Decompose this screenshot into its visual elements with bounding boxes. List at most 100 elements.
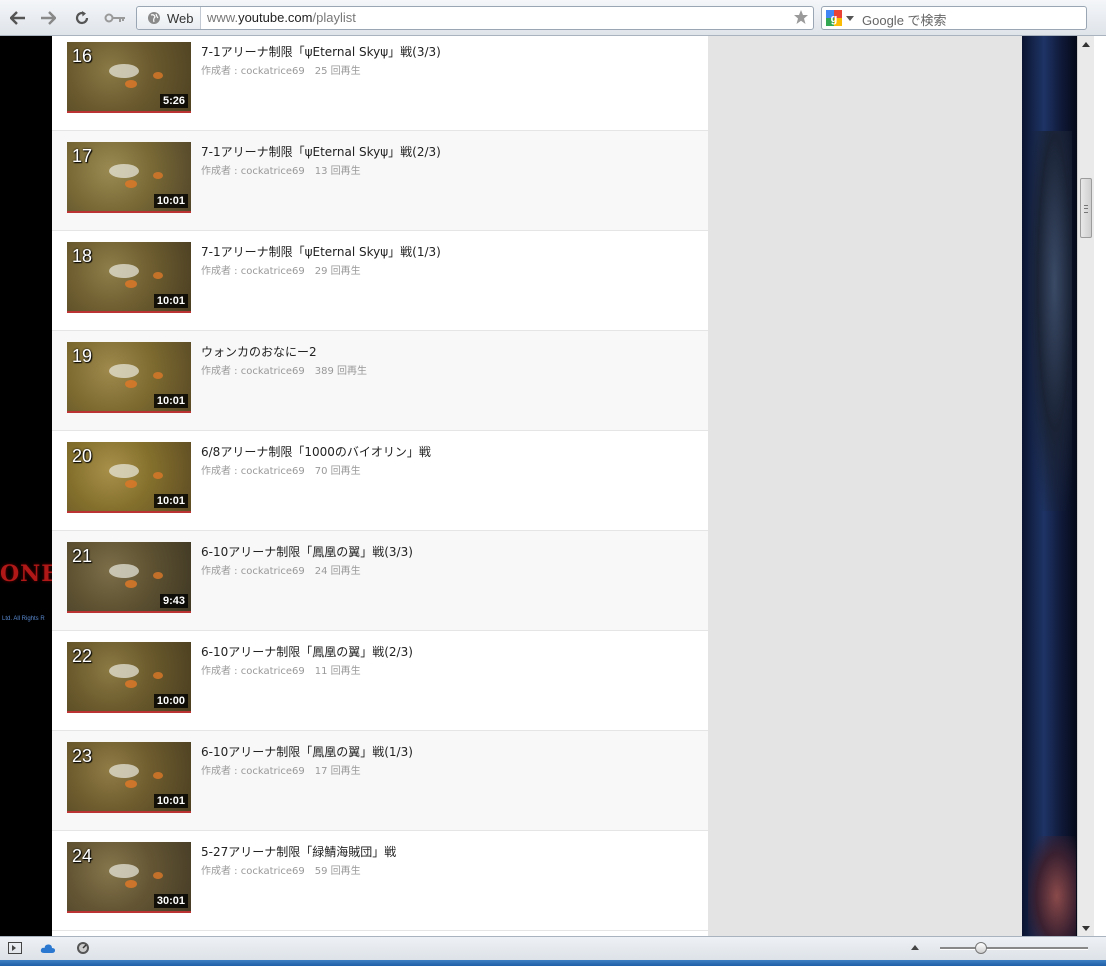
playlist-index: 21 xyxy=(72,546,93,566)
video-thumbnail[interactable]: 19 10:01 xyxy=(67,342,191,413)
video-duration: 10:00 xyxy=(153,694,188,708)
globe-icon xyxy=(148,12,160,24)
thumbnail-sprite xyxy=(125,680,137,688)
status-bar xyxy=(0,936,1106,960)
scrollbar-thumb[interactable] xyxy=(1080,178,1092,238)
video-thumbnail[interactable]: 17 10:01 xyxy=(67,142,191,213)
video-thumbnail[interactable]: 21 9:43 xyxy=(67,542,191,613)
video-thumbnail[interactable]: 22 10:00 xyxy=(67,642,191,713)
panel-toggle-button[interactable] xyxy=(7,941,23,955)
thumbnail-sprite xyxy=(153,772,163,779)
video-title[interactable]: 7-1アリーナ制限「ψEternal Skyψ」戦(3/3) xyxy=(201,43,441,60)
playlist-index: 23 xyxy=(72,746,93,766)
chevron-up-icon xyxy=(1082,41,1090,47)
video-title[interactable]: 6/8アリーナ制限「1000のバイオリン」戦 xyxy=(201,443,431,460)
video-author[interactable]: 作成者 : cockatrice69 xyxy=(201,166,305,177)
video-title[interactable]: 7-1アリーナ制限「ψEternal Skyψ」戦(2/3) xyxy=(201,143,441,160)
playlist-item[interactable]: 23 10:01 6-10アリーナ制限「鳳凰の翼」戦(1/3) 作成者 : cocka… xyxy=(52,731,708,831)
video-views: 29 回再生 xyxy=(314,266,361,277)
bookmark-star-button[interactable] xyxy=(793,9,809,29)
zoom-menu-caret-icon[interactable] xyxy=(911,945,919,950)
thumbnail-sprite xyxy=(109,164,139,178)
video-views: 24 回再生 xyxy=(314,566,361,577)
playlist-item[interactable]: 21 9:43 6-10アリーナ制限「鳳凰の翼」戦(3/3) 作成者 : cockat… xyxy=(52,531,708,631)
url-prefix: www. xyxy=(207,10,239,25)
forward-button[interactable] xyxy=(37,8,59,28)
thumbnail-sprite xyxy=(125,480,137,488)
video-title[interactable]: 5-27アリーナ制限「緑鯖海賊団」戦 xyxy=(201,843,396,860)
thumbnail-sprite xyxy=(109,64,139,78)
thumbnail-sprite xyxy=(125,180,137,188)
url-text[interactable]: www.youtube.com/playlist xyxy=(207,10,356,25)
video-duration: 10:01 xyxy=(153,494,188,508)
page-viewport: ONE Ltd. All Rights R 16 5:26 7-1アリーナ制限「ψE… xyxy=(0,36,1077,936)
window-frame-edge xyxy=(0,960,1106,966)
scroll-up-button[interactable] xyxy=(1080,38,1092,50)
thumbnail-sprite xyxy=(109,864,139,878)
back-button[interactable] xyxy=(7,8,29,28)
video-author[interactable]: 作成者 : cockatrice69 xyxy=(201,766,305,777)
forward-arrow-icon xyxy=(41,11,56,25)
vertical-scrollbar[interactable] xyxy=(1077,36,1094,936)
playlist-index: 22 xyxy=(72,646,93,666)
video-thumbnail[interactable]: 18 10:01 xyxy=(67,242,191,313)
video-thumbnail[interactable]: 23 10:01 xyxy=(67,742,191,813)
zoom-slider-track[interactable] xyxy=(940,947,1088,950)
thumbnail-sprite xyxy=(125,880,137,888)
video-views: 13 回再生 xyxy=(314,166,361,177)
video-author[interactable]: 作成者 : cockatrice69 xyxy=(201,66,305,77)
video-author[interactable]: 作成者 : cockatrice69 xyxy=(201,266,305,277)
speed-dial-button[interactable] xyxy=(75,941,91,955)
playlist-item[interactable]: 19 10:01 ウォンカのおなにー2 作成者 : cockatrice69 389 回… xyxy=(52,331,708,431)
video-author[interactable]: 作成者 : cockatrice69 xyxy=(201,866,305,877)
right-sidebar-empty xyxy=(708,36,1022,936)
video-author[interactable]: 作成者 : cockatrice69 xyxy=(201,666,305,677)
video-title[interactable]: 7-1アリーナ制限「ψEternal Skyψ」戦(1/3) xyxy=(201,243,441,260)
sync-button[interactable] xyxy=(40,941,56,955)
video-duration: 10:01 xyxy=(153,294,188,308)
video-duration: 10:01 xyxy=(153,794,188,808)
playlist-item[interactable]: 22 10:00 6-10アリーナ制限「鳳凰の翼」戦(2/3) 作成者 : cocka… xyxy=(52,631,708,731)
address-bar[interactable]: Web www.youtube.com/playlist xyxy=(136,6,814,30)
zoom-slider-knob[interactable] xyxy=(975,942,987,954)
video-duration: 30:01 xyxy=(153,894,188,908)
thumbnail-sprite xyxy=(125,580,137,588)
playlist-item[interactable]: 24 30:01 5-27アリーナ制限「緑鯖海賊団」戦作成者 : cockatric… xyxy=(52,831,708,931)
google-engine-icon[interactable]: g xyxy=(826,10,842,26)
reload-button[interactable] xyxy=(71,8,93,28)
star-icon xyxy=(794,10,808,24)
video-duration: 10:01 xyxy=(153,194,188,208)
back-arrow-icon xyxy=(10,11,25,25)
search-box[interactable]: g Google で検索 xyxy=(821,6,1087,30)
armor-art-lower xyxy=(1028,836,1076,936)
chevron-down-icon[interactable] xyxy=(846,16,854,21)
video-title[interactable]: 6-10アリーナ制限「鳳凰の翼」戦(2/3) xyxy=(201,643,413,660)
video-meta: 作成者 : cockatrice69 70 回再生 xyxy=(201,462,361,477)
playlist-item[interactable]: 20 10:01 6/8アリーナ制限「1000のバイオリン」戦 作成者 : cocka… xyxy=(52,431,708,531)
video-title[interactable]: ウォンカのおなにー2 xyxy=(201,343,317,360)
video-author[interactable]: 作成者 : cockatrice69 xyxy=(201,466,305,477)
playlist-item[interactable]: 16 5:26 7-1アリーナ制限「ψEternal Skyψ」戦(3/3) 作成者 … xyxy=(52,36,708,131)
video-thumbnail[interactable]: 16 5:26 xyxy=(67,42,191,113)
thumbnail-sprite xyxy=(153,72,163,79)
video-author[interactable]: 作成者 : cockatrice69 xyxy=(201,366,305,377)
video-meta: 作成者 : cockatrice69 389 回再生 xyxy=(201,362,367,377)
playlist-item[interactable]: 18 10:01 7-1アリーナ制限「ψEternal Skyψ」戦(1/3) 作成者… xyxy=(52,231,708,331)
search-placeholder: Google で検索 xyxy=(862,13,947,28)
thumbnail-sprite xyxy=(109,764,139,778)
key-button[interactable] xyxy=(103,8,127,28)
web-identity-chip[interactable]: Web xyxy=(137,7,201,29)
scroll-down-button[interactable] xyxy=(1080,922,1092,934)
video-thumbnail[interactable]: 24 30:01 xyxy=(67,842,191,913)
video-meta: 作成者 : cockatrice69 24 回再生 xyxy=(201,562,361,577)
video-title[interactable]: 6-10アリーナ制限「鳳凰の翼」戦(1/3) xyxy=(201,743,413,760)
video-author[interactable]: 作成者 : cockatrice69 xyxy=(201,566,305,577)
video-views: 389 回再生 xyxy=(314,366,368,377)
svg-text:g: g xyxy=(831,13,838,25)
thumbnail-sprite xyxy=(109,664,139,678)
playlist-item[interactable]: 17 10:01 7-1アリーナ制限「ψEternal Skyψ」戦(2/3) 作成者… xyxy=(52,131,708,231)
video-thumbnail[interactable]: 20 10:01 xyxy=(67,442,191,513)
panel-icon xyxy=(8,942,22,954)
video-title[interactable]: 6-10アリーナ制限「鳳凰の翼」戦(3/3) xyxy=(201,543,413,560)
thumbnail-sprite xyxy=(125,780,137,788)
